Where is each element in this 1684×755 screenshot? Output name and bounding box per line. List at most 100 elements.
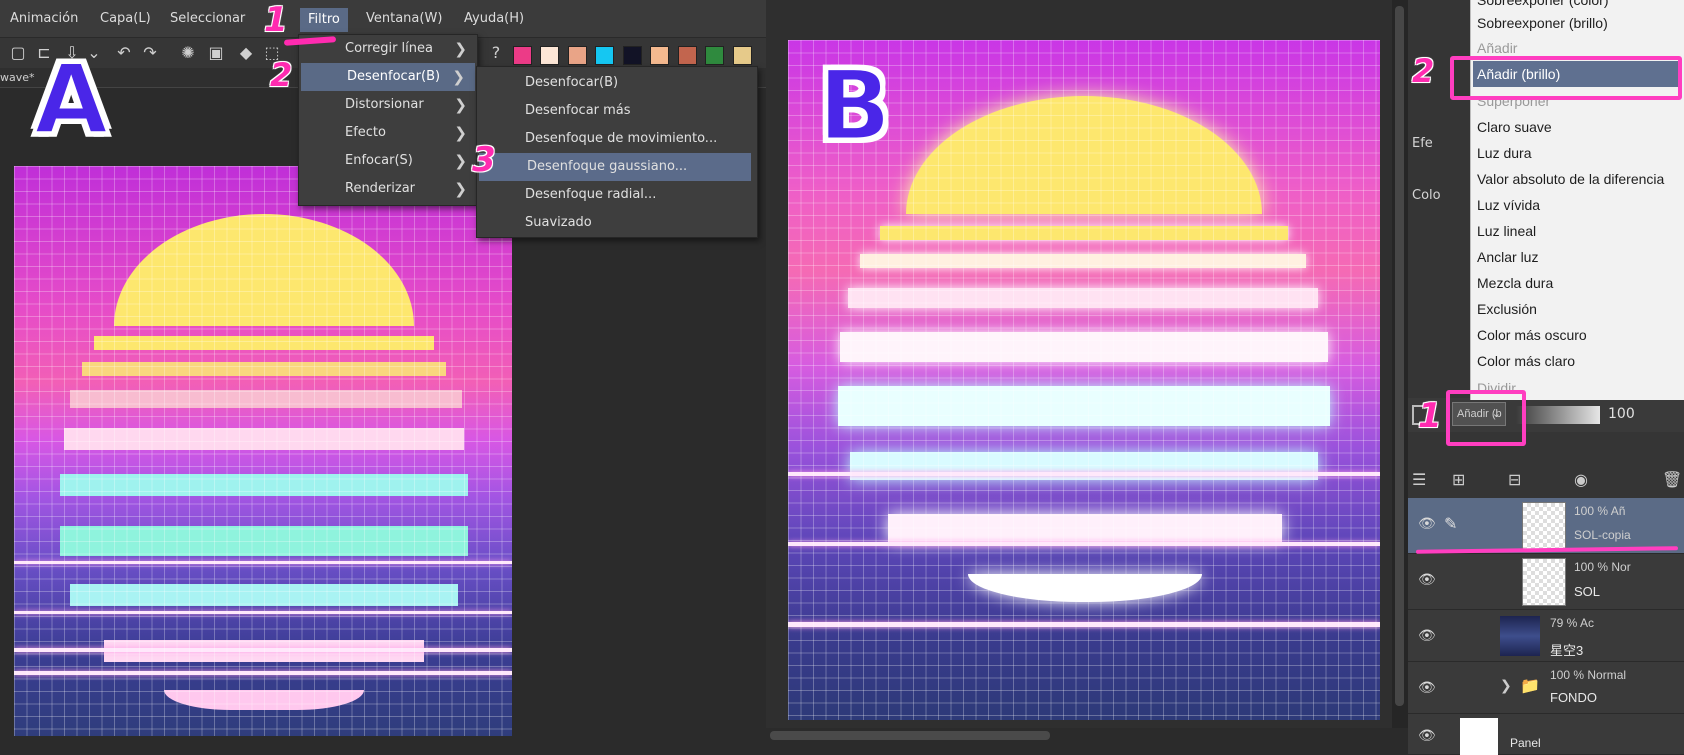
menu-filtro[interactable]: Filtro bbox=[300, 8, 348, 32]
layer-name: 星空3 bbox=[1550, 643, 1584, 658]
step-number: 3 bbox=[472, 140, 496, 180]
blur-desenfocar[interactable]: Desenfocar(B) bbox=[477, 69, 757, 97]
menu-item-label: Enfocar(S) bbox=[345, 153, 413, 168]
layer-row[interactable]: 👁 79 % Ac 星空3 bbox=[1408, 610, 1684, 662]
blend-option[interactable]: Color más oscuro bbox=[1477, 322, 1587, 348]
new-layer-icon[interactable]: ⊞ bbox=[1452, 470, 1465, 489]
blur-movimiento[interactable]: Desenfoque de movimiento... bbox=[477, 125, 757, 153]
blend-option[interactable]: Exclusión bbox=[1477, 296, 1537, 322]
color-swatch[interactable] bbox=[513, 46, 532, 65]
color-swatch[interactable] bbox=[650, 46, 669, 65]
delete-icon[interactable]: 🗑 bbox=[1662, 470, 1682, 489]
folder-icon[interactable]: ⊟ bbox=[1508, 470, 1521, 489]
color-swatch[interactable] bbox=[540, 46, 559, 65]
highlight-box bbox=[1446, 390, 1526, 446]
blend-option[interactable]: Luz vívida bbox=[1477, 192, 1540, 218]
opacity-slider[interactable] bbox=[1516, 406, 1600, 424]
blend-option[interactable]: Claro suave bbox=[1477, 114, 1552, 140]
panel-a-label: A bbox=[32, 44, 109, 156]
step-number: 1 bbox=[1418, 396, 1442, 436]
canvas-grid bbox=[14, 166, 512, 736]
panel-b-label: B bbox=[816, 50, 892, 162]
filter-efecto[interactable]: Efecto ❯ bbox=[299, 119, 477, 147]
folder-icon: 📁 bbox=[1520, 676, 1540, 695]
layer-toolbar: ☰ ⊞ ⊟ ◉ 🗑 bbox=[1408, 466, 1684, 494]
color-swatch[interactable] bbox=[678, 46, 697, 65]
blend-option[interactable]: Anclar luz bbox=[1477, 244, 1538, 270]
document-tab[interactable]: wave* bbox=[0, 71, 35, 84]
color-swatch[interactable] bbox=[595, 46, 614, 65]
filter-distorsionar[interactable]: Distorsionar ❯ bbox=[299, 91, 477, 119]
scroll-thumb[interactable] bbox=[1395, 6, 1404, 706]
menu-seleccionar[interactable]: Seleccionar bbox=[162, 0, 253, 38]
effect-label: Efe bbox=[1412, 136, 1433, 151]
new-file-icon[interactable]: ▢ bbox=[8, 44, 28, 62]
chevron-right-icon: ❯ bbox=[452, 68, 465, 86]
panel-a-screenshot: Animación Capa(L) Seleccionar Filtro Ven… bbox=[0, 0, 766, 755]
menu-bar: Animación Capa(L) Seleccionar Filtro Ven… bbox=[0, 0, 766, 38]
color-swatch[interactable] bbox=[733, 46, 752, 65]
menu-ventana[interactable]: Ventana(W) bbox=[358, 0, 450, 38]
menu-item-label: Desenfocar(B) bbox=[347, 69, 441, 84]
layer-list-icon[interactable]: ☰ bbox=[1412, 470, 1426, 489]
loading-icon[interactable]: ✺ bbox=[178, 44, 198, 62]
blend-option[interactable]: Color más claro bbox=[1477, 348, 1575, 374]
layer-row[interactable]: 👁 ✎ 100 % Añ SOL-copia bbox=[1408, 498, 1684, 554]
canvas-a[interactable] bbox=[14, 166, 512, 736]
menu-item-label: Renderizar bbox=[345, 181, 416, 196]
blur-suavizado[interactable]: Suavizado bbox=[477, 209, 757, 237]
layer-name: SOL bbox=[1574, 584, 1601, 599]
transform-icon[interactable]: ▣ bbox=[206, 44, 226, 62]
layer-thumbnail bbox=[1500, 616, 1540, 656]
layer-name: Panel bbox=[1510, 736, 1541, 750]
horizontal-scrollbar[interactable] bbox=[766, 728, 1392, 744]
chevron-right-icon[interactable]: ❯ bbox=[1500, 678, 1512, 694]
pencil-icon: ✎ bbox=[1444, 514, 1458, 533]
menu-animacion[interactable]: Animación bbox=[2, 0, 86, 38]
panel-b-screenshot: Efe Colo Añadir (b ⌄ 100 ☰ ⊞ ⊟ ◉ 🗑 👁 ✎ 1… bbox=[766, 0, 1684, 755]
layer-row[interactable]: 👁 Panel bbox=[1408, 714, 1684, 755]
chevron-right-icon: ❯ bbox=[454, 152, 467, 170]
eye-icon[interactable]: 👁 bbox=[1418, 516, 1436, 532]
blend-option[interactable]: Mezcla dura bbox=[1477, 270, 1553, 296]
step-number: 2 bbox=[1412, 52, 1435, 90]
filter-enfocar[interactable]: Enfocar(S) ❯ bbox=[299, 147, 477, 175]
help-icon[interactable]: ? bbox=[486, 44, 506, 62]
menu-ayuda[interactable]: Ayuda(H) bbox=[456, 0, 532, 38]
blur-gaussiano[interactable]: Desenfoque gaussiano... bbox=[479, 153, 751, 181]
eye-icon[interactable]: 👁 bbox=[1418, 680, 1436, 696]
layer-thumbnail bbox=[1460, 718, 1498, 755]
layer-opacity-mode: 100 % Normal bbox=[1550, 668, 1627, 682]
fill-icon[interactable]: ◆ bbox=[236, 44, 256, 62]
menu-capa[interactable]: Capa(L) bbox=[92, 0, 159, 38]
opacity-value[interactable]: 100 bbox=[1608, 406, 1635, 422]
color-swatch[interactable] bbox=[568, 46, 587, 65]
layer-thumbnail bbox=[1522, 502, 1566, 550]
blend-option[interactable]: Luz lineal bbox=[1477, 218, 1536, 244]
color-swatch[interactable] bbox=[705, 46, 724, 65]
layer-name: FONDO bbox=[1550, 690, 1597, 705]
color-swatch[interactable] bbox=[623, 46, 642, 65]
chevron-right-icon: ❯ bbox=[454, 96, 467, 114]
layer-row[interactable]: 👁 100 % Nor SOL bbox=[1408, 554, 1684, 610]
filter-desenfocar[interactable]: Desenfocar(B) ❯ bbox=[301, 63, 475, 91]
highlight-box bbox=[1450, 56, 1682, 100]
blend-option[interactable]: Valor absoluto de la diferencia bbox=[1477, 166, 1664, 192]
eye-icon[interactable]: 👁 bbox=[1418, 628, 1436, 644]
menu-item-label: Efecto bbox=[345, 125, 386, 140]
scroll-thumb[interactable] bbox=[770, 731, 1050, 740]
layer-opacity-mode: 79 % Ac bbox=[1550, 616, 1595, 630]
vertical-scrollbar[interactable] bbox=[1392, 0, 1408, 728]
blur-submenu: Desenfocar(B) Desenfocar más Desenfoque … bbox=[476, 66, 758, 238]
blur-radial[interactable]: Desenfoque radial... bbox=[477, 181, 757, 209]
eye-icon[interactable]: 👁 bbox=[1418, 728, 1436, 744]
layer-row[interactable]: 👁 ❯ 📁 100 % Normal FONDO bbox=[1408, 662, 1684, 714]
redo-icon[interactable]: ↷ bbox=[140, 44, 160, 62]
mask-icon[interactable]: ◉ bbox=[1574, 470, 1588, 489]
blend-option[interactable]: Luz dura bbox=[1477, 140, 1531, 166]
eye-icon[interactable]: 👁 bbox=[1418, 572, 1436, 588]
filter-renderizar[interactable]: Renderizar ❯ bbox=[299, 175, 477, 203]
blur-desenfocar-mas[interactable]: Desenfocar más bbox=[477, 97, 757, 125]
blend-option[interactable]: Sobreexponer (brillo) bbox=[1477, 10, 1608, 36]
undo-icon[interactable]: ↶ bbox=[114, 44, 134, 62]
